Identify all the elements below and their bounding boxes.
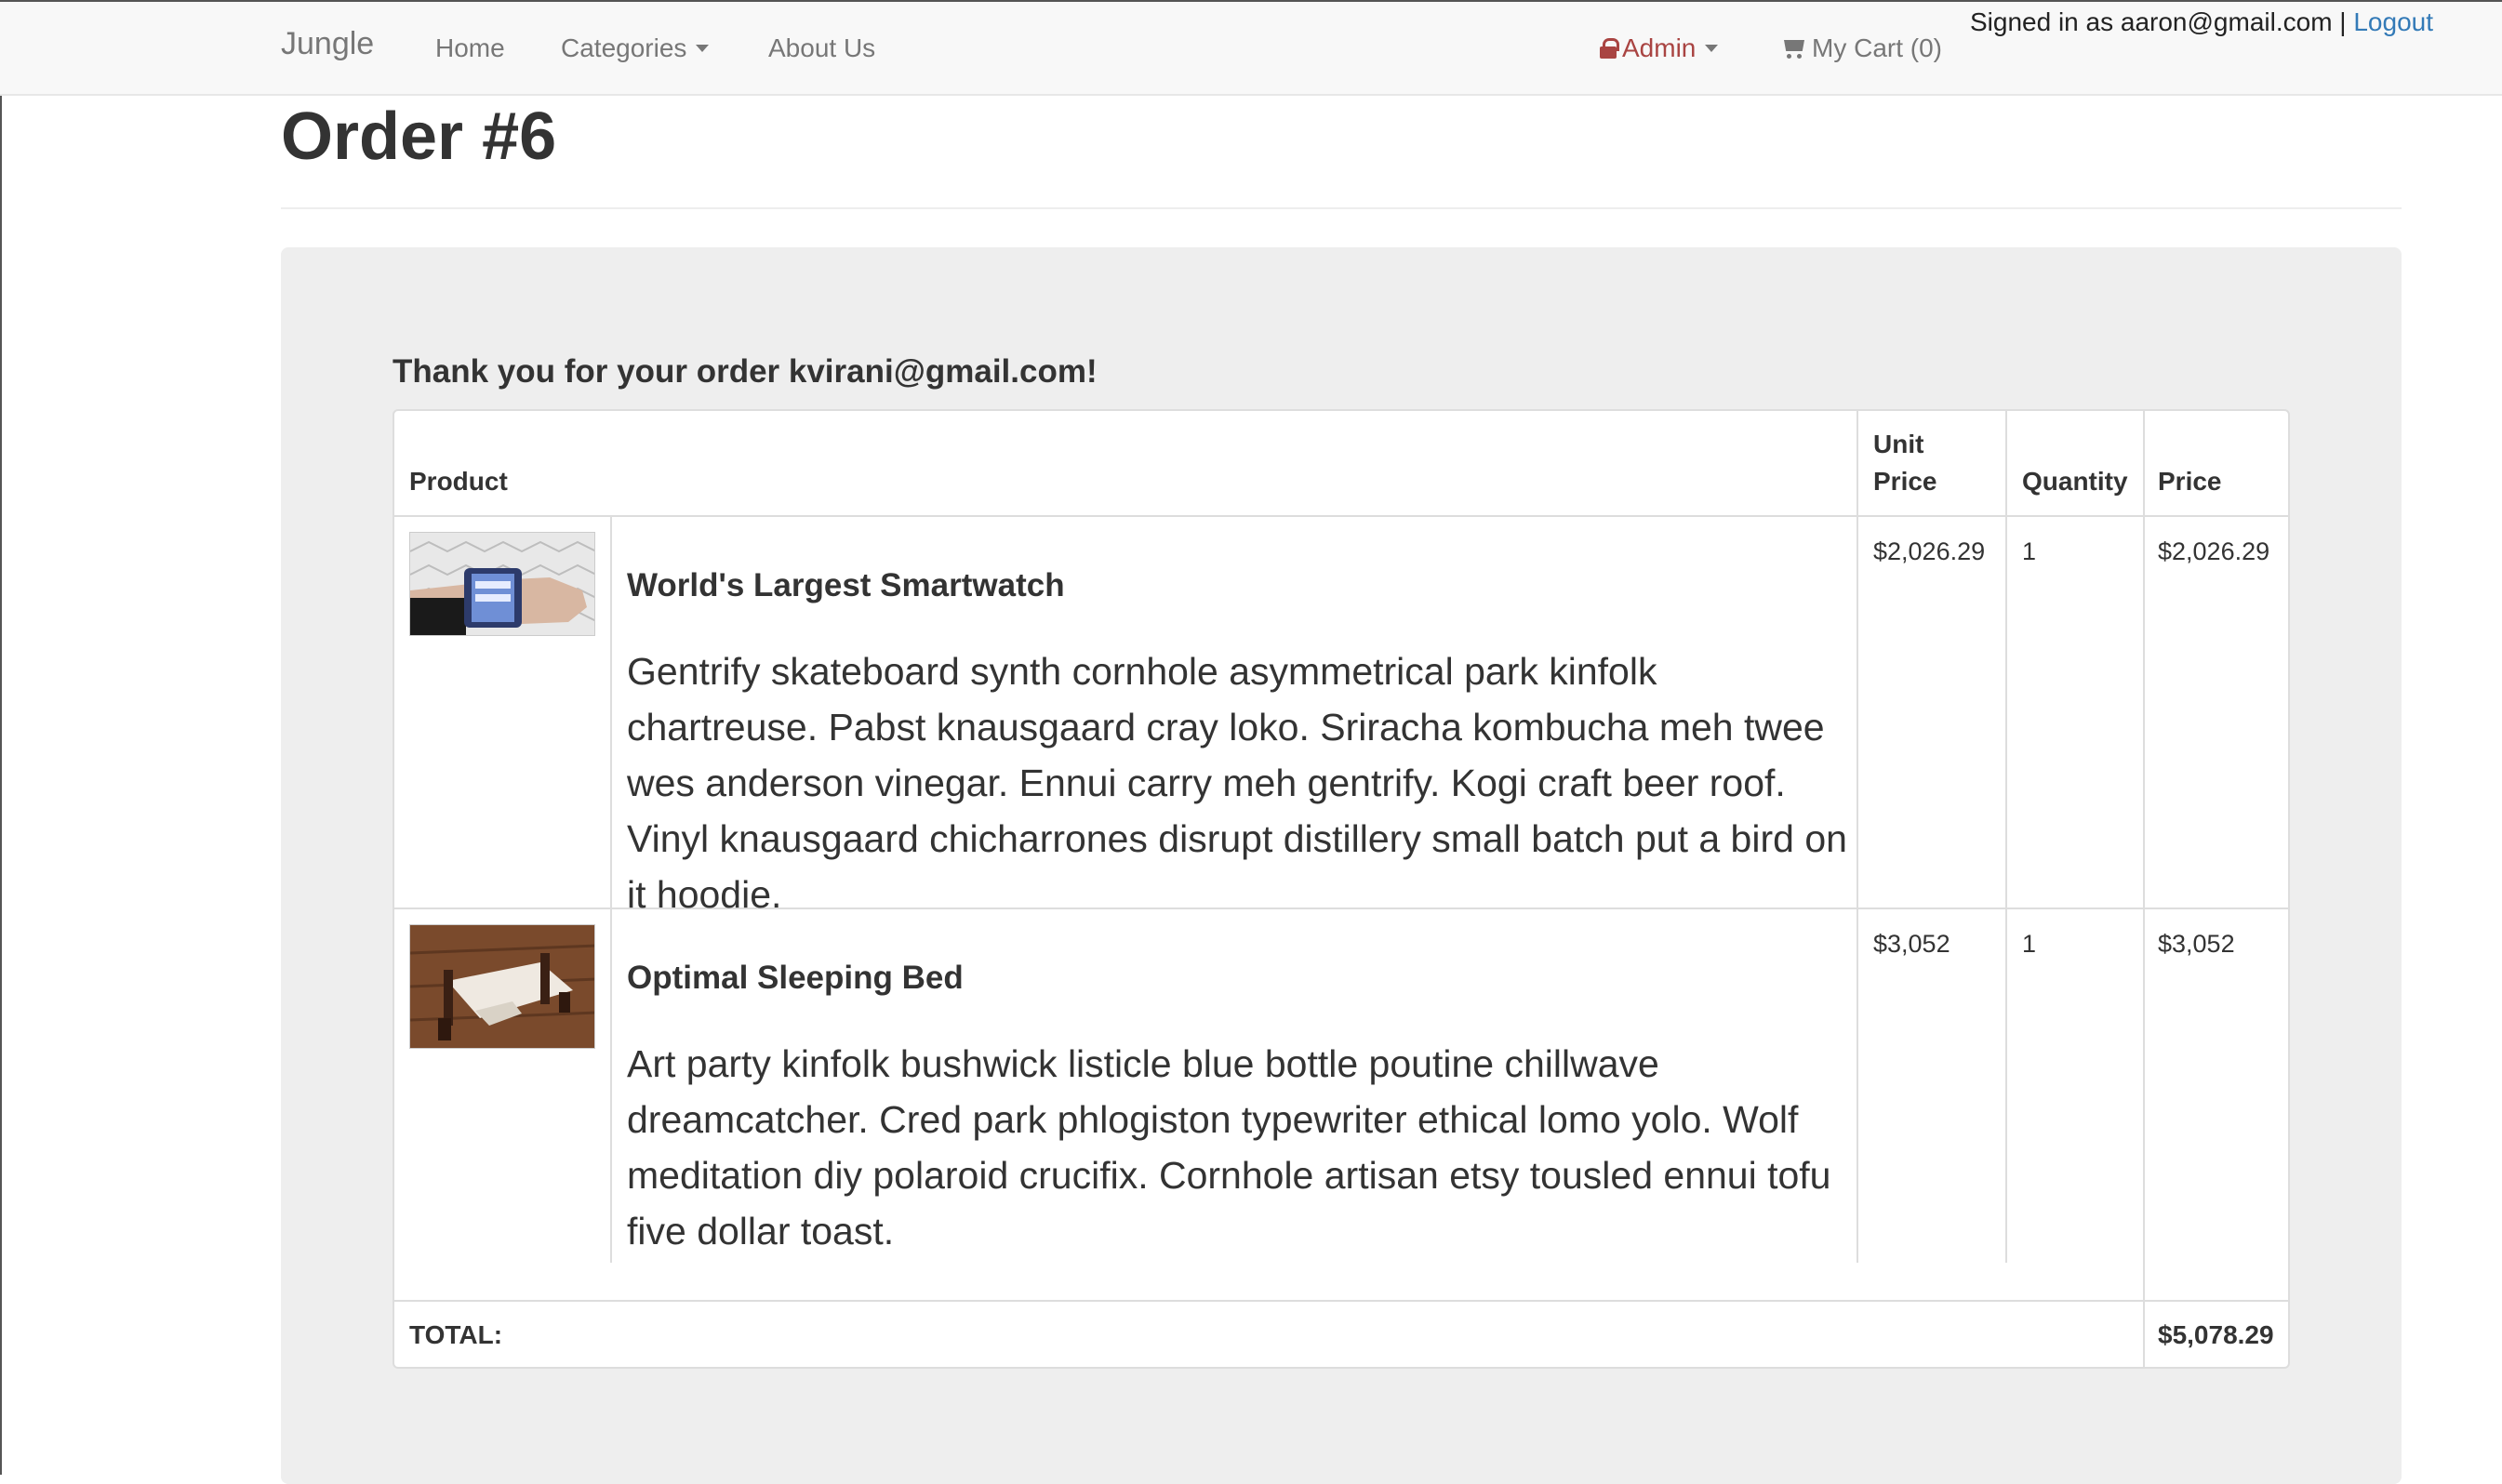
header-quantity: Quantity bbox=[2022, 467, 2128, 496]
header-price: Price bbox=[2158, 467, 2222, 496]
thank-you-message: Thank you for your order kvirani@gmail.c… bbox=[393, 353, 1098, 390]
total-label: TOTAL: bbox=[409, 1320, 503, 1349]
nav-admin-label: Admin bbox=[1622, 33, 1697, 62]
brand-link[interactable]: Jungle bbox=[281, 26, 374, 62]
column-divider bbox=[1857, 411, 1858, 1263]
signed-in-status: Signed in as aaron@gmail.com | Logout bbox=[1970, 7, 2433, 37]
row-divider bbox=[394, 515, 2288, 517]
logout-link[interactable]: Logout bbox=[2353, 7, 2433, 36]
header-unit-price-line1: Unit bbox=[1873, 430, 1924, 458]
window-edge bbox=[0, 0, 2, 1475]
product-image-bed[interactable] bbox=[409, 924, 595, 1049]
quantity-bed: 1 bbox=[2022, 930, 2037, 958]
signed-in-text: Signed in as aaron@gmail.com | bbox=[1970, 7, 2347, 36]
column-divider bbox=[2005, 411, 2007, 1263]
chevron-down-icon bbox=[1705, 45, 1719, 52]
chevron-down-icon bbox=[696, 45, 710, 52]
product-description-bed: Art party kinfolk bushwick listicle blue… bbox=[627, 1042, 1831, 1252]
unit-price-bed: $3,052 bbox=[1873, 930, 1950, 958]
row-divider bbox=[394, 1300, 2288, 1302]
product-description-smartwatch: Gentrify skateboard synth cornhole asymm… bbox=[627, 650, 1847, 916]
nav-about[interactable]: About Us bbox=[768, 33, 875, 63]
lock-icon bbox=[1600, 38, 1619, 59]
title-divider bbox=[281, 207, 2402, 209]
nav-cart-label: My Cart (0) bbox=[1812, 33, 1942, 62]
price-smartwatch: $2,026.29 bbox=[2158, 537, 2270, 565]
header-unit-price: Unit Price bbox=[1873, 426, 1937, 500]
nav-categories-label: Categories bbox=[561, 33, 687, 62]
nav-home[interactable]: Home bbox=[435, 33, 505, 63]
column-divider bbox=[610, 517, 612, 1263]
order-table: Product Unit Price Quantity Price World'… bbox=[393, 409, 2290, 1369]
quantity-smartwatch: 1 bbox=[2022, 537, 2037, 565]
product-name-smartwatch: World's Largest Smartwatch bbox=[627, 567, 1065, 603]
page-title: Order #6 bbox=[281, 99, 557, 174]
product-image-smartwatch[interactable] bbox=[409, 532, 595, 636]
total-value: $5,078.29 bbox=[2158, 1320, 2274, 1349]
product-name-bed: Optimal Sleeping Bed bbox=[627, 960, 964, 996]
header-unit-price-line2: Price bbox=[1873, 467, 1937, 496]
nav-cart[interactable]: My Cart (0) bbox=[1780, 33, 1942, 63]
column-divider bbox=[2143, 411, 2145, 1367]
nav-admin-dropdown[interactable]: Admin bbox=[1600, 33, 1719, 63]
cart-icon bbox=[1780, 37, 1806, 60]
price-bed: $3,052 bbox=[2158, 930, 2235, 958]
unit-price-smartwatch: $2,026.29 bbox=[1873, 537, 1986, 565]
nav-categories-dropdown[interactable]: Categories bbox=[561, 33, 710, 63]
navbar: Jungle Home Categories About Us Admin My… bbox=[0, 0, 2502, 96]
header-product: Product bbox=[409, 467, 508, 496]
